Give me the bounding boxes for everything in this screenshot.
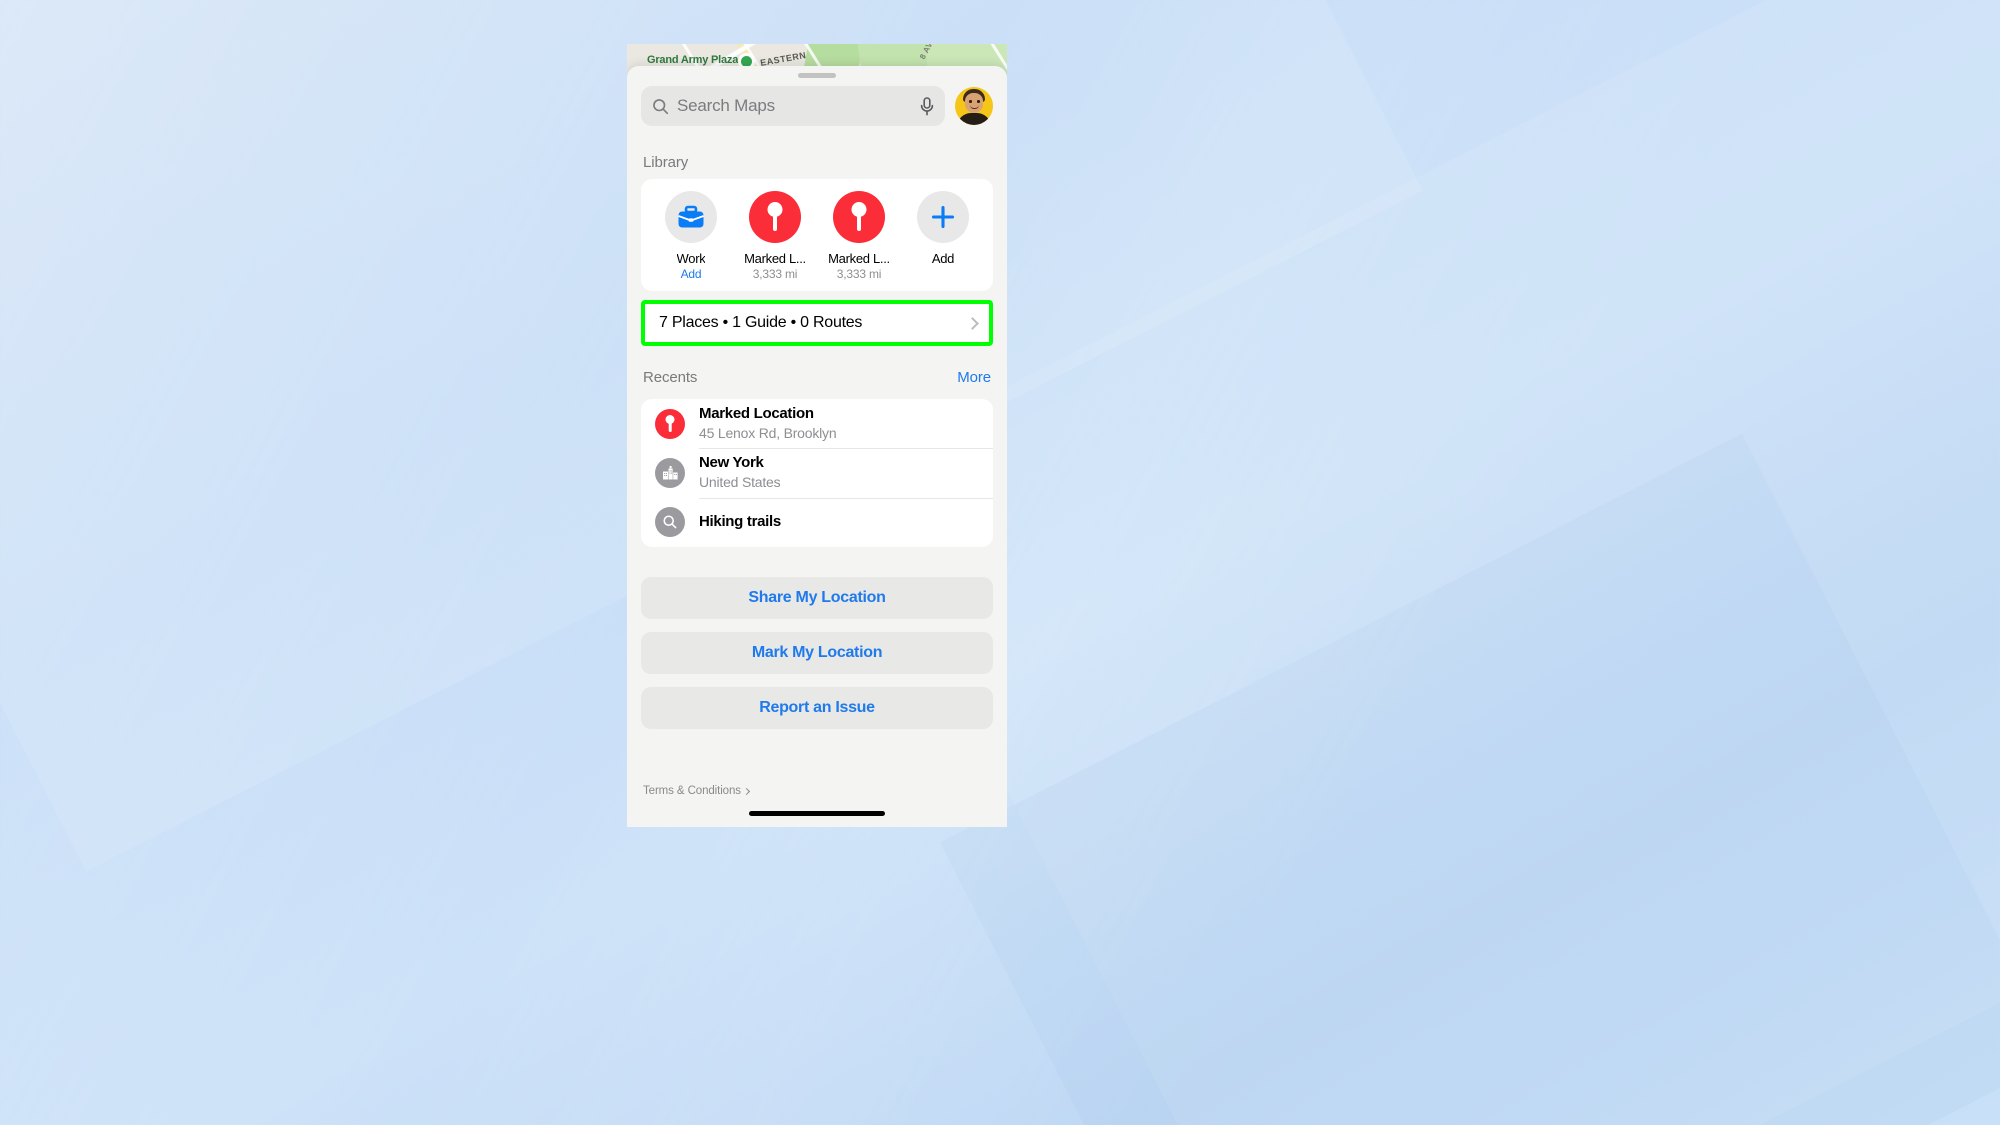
account-avatar[interactable]: [955, 87, 993, 125]
home-indicator[interactable]: [749, 811, 885, 816]
library-item-label: Marked L...: [828, 251, 890, 266]
list-item-title: Hiking trails: [699, 512, 781, 530]
library-summary-row[interactable]: 7 Places • 1 Guide • 0 Routes: [645, 304, 989, 342]
report-an-issue-button[interactable]: Report an Issue: [641, 687, 993, 729]
library-item-marked-location-1[interactable]: Marked L... 3,333 mi: [733, 191, 817, 281]
library-item-label: Marked L...: [744, 251, 806, 266]
wallpaper-facet-b: [843, 0, 2000, 1125]
map-pin-icon: [749, 191, 801, 243]
briefcase-icon: [665, 191, 717, 243]
search-input[interactable]: Search Maps: [641, 86, 945, 126]
search-row: Search Maps: [641, 86, 993, 126]
wallpaper-facet-c: [940, 433, 2000, 1125]
library-item-add[interactable]: Add: [901, 191, 985, 266]
terms-and-conditions-link[interactable]: Terms & Conditions: [643, 785, 750, 797]
chevron-right-icon: [966, 316, 979, 330]
share-my-location-button[interactable]: Share My Location: [641, 577, 993, 619]
library-item-work[interactable]: Work Add: [649, 191, 733, 281]
mark-my-location-button[interactable]: Mark My Location: [641, 632, 993, 674]
list-item-title: Marked Location: [699, 405, 814, 423]
search-icon: [655, 507, 685, 538]
library-item-label: Work: [676, 251, 706, 266]
avatar-eye-right: [977, 100, 980, 103]
library-item-marked-location-2[interactable]: Marked L... 3,333 mi: [817, 191, 901, 281]
list-item[interactable]: New York United States: [641, 448, 993, 497]
list-item-texts: Marked Location 45 Lenox Rd, Brooklyn: [699, 405, 837, 442]
pin-stem: [857, 215, 861, 231]
list-item-texts: New York United States: [699, 454, 781, 491]
terms-label: Terms & Conditions: [643, 785, 741, 797]
recents-card: Marked Location 45 Lenox Rd, Brooklyn Ne…: [641, 399, 993, 547]
map-place-label: Grand Army Plaza: [647, 54, 739, 66]
library-items-row: Work Add Marked L... 3,333 mi Marked L..…: [641, 179, 993, 281]
list-item-title: New York: [699, 454, 764, 472]
avatar-face: [965, 93, 983, 113]
library-item-label: Add: [931, 251, 955, 266]
list-item-subtitle: United States: [699, 474, 781, 491]
library-item-sublabel[interactable]: Add: [681, 267, 702, 281]
list-item[interactable]: Hiking trails: [641, 497, 993, 547]
library-item-sublabel: 3,333 mi: [752, 267, 798, 281]
chevron-right-icon: [742, 787, 750, 795]
plus-icon: [917, 191, 969, 243]
recents-more-button[interactable]: More: [957, 369, 991, 386]
sheet-grabber-handle[interactable]: [798, 73, 836, 78]
pin-stem: [668, 421, 672, 432]
list-item-subtitle: 45 Lenox Rd, Brooklyn: [699, 424, 837, 441]
avatar-shirt: [957, 113, 991, 125]
library-summary-text: 7 Places • 1 Guide • 0 Routes: [659, 314, 863, 331]
search-placeholder: Search Maps: [677, 96, 775, 115]
list-item-texts: Hiking trails: [699, 513, 781, 532]
avatar-eye-left: [969, 100, 972, 103]
map-pin-icon: [655, 408, 685, 439]
pin-stem: [773, 215, 777, 231]
library-summary-highlight: 7 Places • 1 Guide • 0 Routes: [641, 300, 993, 346]
library-card: Work Add Marked L... 3,333 mi Marked L..…: [641, 179, 993, 291]
library-item-sublabel: 3,333 mi: [836, 267, 882, 281]
list-item[interactable]: Marked Location 45 Lenox Rd, Brooklyn: [641, 399, 993, 448]
microphone-icon[interactable]: [920, 96, 934, 116]
recents-section-header: Recents: [643, 369, 698, 386]
map-pin-icon: [833, 191, 885, 243]
search-icon: [652, 98, 669, 115]
bottom-sheet: Search Maps Library Work Add Marked L...…: [627, 66, 1007, 827]
library-section-header: Library: [643, 154, 689, 171]
phone-screen: Grand Army Plaza EASTERN 8 AV Search Map…: [627, 44, 1007, 827]
city-buildings-icon: [655, 457, 685, 488]
